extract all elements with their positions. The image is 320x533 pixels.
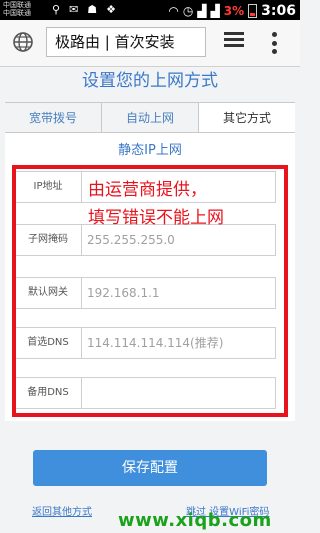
more-options-icon[interactable] bbox=[272, 32, 278, 54]
panel-title: 静态IP上网 bbox=[118, 143, 182, 158]
page-title: 设置您的上网方式 bbox=[82, 71, 218, 91]
apps-icon: ❖ bbox=[106, 3, 117, 16]
signal-icon: ▟ bbox=[197, 4, 207, 18]
tabs-menu-icon[interactable] bbox=[224, 32, 244, 52]
battery-icon bbox=[248, 4, 258, 18]
carrier-labels: 中国联通 中国联通 bbox=[3, 1, 31, 17]
address-bar[interactable]: 极路由 | 首次安装 bbox=[46, 27, 206, 57]
android-icon: ☗ bbox=[87, 3, 98, 16]
tab-other[interactable]: 其它方式 bbox=[199, 103, 295, 133]
carrier-2: 中国联通 bbox=[3, 9, 31, 17]
globe-icon[interactable] bbox=[12, 31, 34, 53]
signal-icon-2: ▟ bbox=[210, 4, 220, 18]
carrier-1: 中国联通 bbox=[3, 1, 31, 9]
alarm-icon: ◷ bbox=[182, 4, 194, 18]
annotation-line-2: 填写错误不能上网 bbox=[88, 208, 224, 228]
tab-pppoe[interactable]: 宽带拨号 bbox=[5, 103, 102, 133]
clock: 3:06 bbox=[261, 3, 296, 19]
battery-percent: 3% bbox=[223, 4, 245, 18]
browser-toolbar: 极路由 | 首次安装 bbox=[0, 20, 300, 67]
connection-tabs: 宽带拨号 自动上网 其它方式 bbox=[5, 102, 295, 133]
save-button[interactable]: 保存配置 bbox=[33, 450, 267, 486]
message-icon: ✉ bbox=[69, 3, 79, 16]
annotation-line-1: 由运营商提供， bbox=[88, 180, 207, 200]
notification-icons: ⚲ ✉ ☗ ❖ bbox=[52, 3, 116, 16]
back-to-other-methods-link[interactable]: 返回其他方式 bbox=[32, 503, 92, 518]
system-status: ◠ ◷ ▟ ▟ 3% 3:06 bbox=[168, 3, 296, 19]
watermark: www.xiqb.com bbox=[118, 510, 272, 531]
usb-icon: ⚲ bbox=[52, 3, 61, 16]
annotation-text: 由运营商提供， 填写错误不能上网 bbox=[88, 176, 293, 232]
tab-dhcp[interactable]: 自动上网 bbox=[102, 103, 199, 133]
wifi-icon: ◠ bbox=[168, 4, 179, 18]
status-bar: 中国联通 中国联通 ⚲ ✉ ☗ ❖ ◠ ◷ ▟ ▟ 3% 3:06 bbox=[0, 0, 300, 20]
